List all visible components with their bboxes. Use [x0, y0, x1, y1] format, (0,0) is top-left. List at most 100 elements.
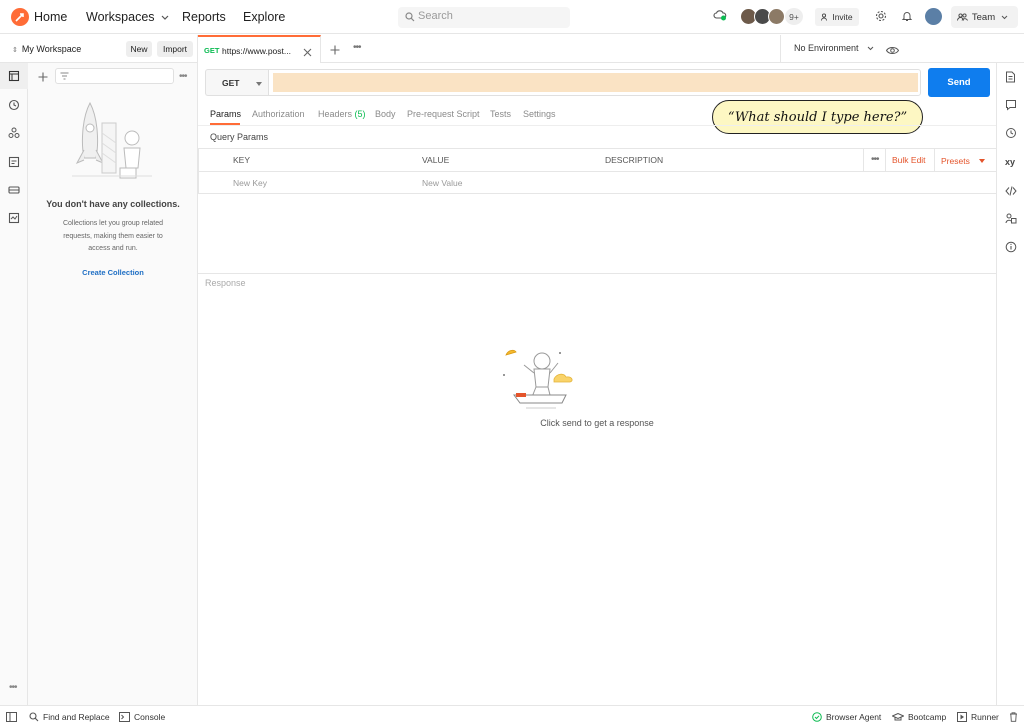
team-icon — [956, 13, 968, 21]
more-dots-icon[interactable]: ••• — [9, 682, 17, 693]
bootcamp-label: Bootcamp — [908, 712, 947, 722]
create-collection-link[interactable]: Create Collection — [28, 268, 198, 277]
empty-collections-desc: Collections let you group related reques… — [62, 220, 163, 252]
tab-pre-request-script[interactable]: Pre-request Script — [407, 109, 480, 119]
method-label: GET — [222, 78, 240, 88]
team-label: Team — [971, 11, 996, 23]
eye-icon[interactable] — [885, 44, 900, 58]
more-dots-icon[interactable]: ••• — [871, 154, 879, 165]
code-icon[interactable] — [1005, 185, 1017, 199]
caret-down-icon — [256, 82, 262, 86]
send-button[interactable]: Send — [928, 68, 990, 97]
bulk-edit-button[interactable]: Bulk Edit — [892, 155, 926, 165]
table-header-row: KEY VALUE DESCRIPTION ••• Bulk Edit Pres… — [198, 148, 996, 171]
tab-url: https://www.post... — [222, 46, 291, 56]
invite-button[interactable]: Invite — [815, 8, 859, 26]
plus-icon[interactable] — [38, 71, 48, 85]
history-icon[interactable] — [1005, 127, 1017, 142]
console-label: Console — [134, 712, 166, 722]
top-bar: Home Workspaces Reports Explore 9+ Invit… — [0, 0, 1024, 34]
gear-icon[interactable] — [875, 10, 887, 25]
add-user-icon — [821, 13, 828, 21]
browser-agent-button[interactable]: Browser Agent — [812, 712, 881, 722]
bootcamp-button[interactable]: Bootcamp — [892, 712, 946, 722]
tab-body[interactable]: Body — [375, 109, 396, 119]
divider — [780, 35, 781, 63]
new-button[interactable]: New — [126, 41, 152, 57]
new-value-input[interactable]: New Value — [422, 178, 462, 188]
apis-icon[interactable] — [8, 127, 20, 139]
more-dots-icon[interactable]: ••• — [179, 71, 187, 82]
toggle-sidebar-icon[interactable] — [6, 712, 21, 722]
nav-reports[interactable]: Reports — [182, 10, 226, 24]
filter-input[interactable] — [55, 68, 174, 84]
comments-icon[interactable] — [1005, 99, 1017, 114]
info-icon[interactable] — [1005, 241, 1017, 256]
more-dots-icon[interactable]: ••• — [353, 42, 361, 53]
documentation-icon[interactable] — [1005, 71, 1016, 86]
chevron-down-icon — [161, 10, 169, 24]
divider — [885, 148, 886, 171]
check-circle-icon — [812, 712, 822, 722]
url-input[interactable] — [273, 73, 918, 92]
nav-home[interactable]: Home — [34, 10, 67, 24]
tab-settings[interactable]: Settings — [523, 109, 556, 119]
variables-icon[interactable]: xy — [1005, 157, 1015, 167]
divider — [198, 148, 199, 194]
sync-cloud-icon[interactable] — [713, 9, 727, 24]
new-tab-plus-icon[interactable] — [330, 44, 340, 58]
console-button[interactable]: Console — [119, 712, 165, 722]
bell-icon[interactable] — [901, 10, 913, 25]
find-replace-button[interactable]: Find and Replace — [29, 712, 110, 722]
workspace-switcher[interactable]: ⇕ My Workspace — [12, 44, 81, 54]
avatars-more-count: 9+ — [785, 8, 803, 25]
url-field — [268, 69, 921, 96]
search-icon — [29, 712, 39, 722]
import-button[interactable]: Import — [157, 41, 193, 57]
console-icon — [119, 712, 130, 722]
chevron-down-icon — [867, 46, 873, 51]
divider — [934, 148, 935, 171]
invite-label: Invite — [832, 12, 853, 22]
runner-button[interactable]: Runner — [957, 712, 999, 722]
tab-headers-label: Headers — [318, 109, 353, 119]
nav-explore[interactable]: Explore — [243, 10, 285, 24]
table-row: New Key New Value — [198, 171, 996, 194]
request-tab[interactable]: GET https://www.post... — [198, 35, 321, 63]
nav-workspaces-label: Workspaces — [86, 10, 155, 24]
rocket-illustration — [72, 98, 152, 186]
tab-params[interactable]: Params — [210, 109, 241, 119]
find-replace-label: Find and Replace — [43, 712, 110, 722]
avatar — [768, 8, 785, 25]
browser-agent-label: Browser Agent — [826, 712, 882, 722]
annotation-callout: “What should I type here?” — [712, 100, 923, 134]
response-empty-hint: Click send to get a response — [540, 418, 654, 428]
search-input[interactable] — [418, 10, 558, 22]
related-collections-icon[interactable] — [1005, 212, 1017, 227]
team-avatars[interactable]: 9+ — [740, 8, 803, 25]
environments-icon[interactable] — [8, 184, 20, 196]
chevron-down-icon — [1001, 15, 1008, 19]
tab-headers[interactable]: Headers (5) — [318, 109, 366, 119]
monitors-icon[interactable] — [8, 212, 20, 224]
astronaut-illustration — [502, 347, 580, 416]
search-box[interactable] — [398, 7, 570, 28]
environment-select[interactable]: No Environment — [794, 43, 874, 53]
method-select[interactable]: GET — [205, 69, 268, 96]
collections-icon[interactable] — [8, 70, 20, 82]
mock-servers-icon[interactable] — [8, 156, 20, 168]
history-icon[interactable] — [8, 99, 20, 111]
new-key-input[interactable]: New Key — [233, 178, 267, 188]
close-icon[interactable] — [303, 46, 312, 60]
user-avatar[interactable] — [925, 8, 942, 25]
tab-tests[interactable]: Tests — [490, 109, 511, 119]
left-rail: ••• — [0, 63, 28, 705]
trash-icon[interactable] — [1009, 712, 1022, 722]
divider — [198, 273, 996, 274]
tab-authorization[interactable]: Authorization — [252, 109, 305, 119]
postman-logo-icon[interactable] — [11, 8, 29, 26]
team-button[interactable]: Team — [951, 6, 1018, 28]
runner-label: Runner — [971, 712, 999, 722]
nav-workspaces[interactable]: Workspaces — [86, 10, 169, 24]
presets-dropdown[interactable]: Presets — [941, 156, 970, 166]
